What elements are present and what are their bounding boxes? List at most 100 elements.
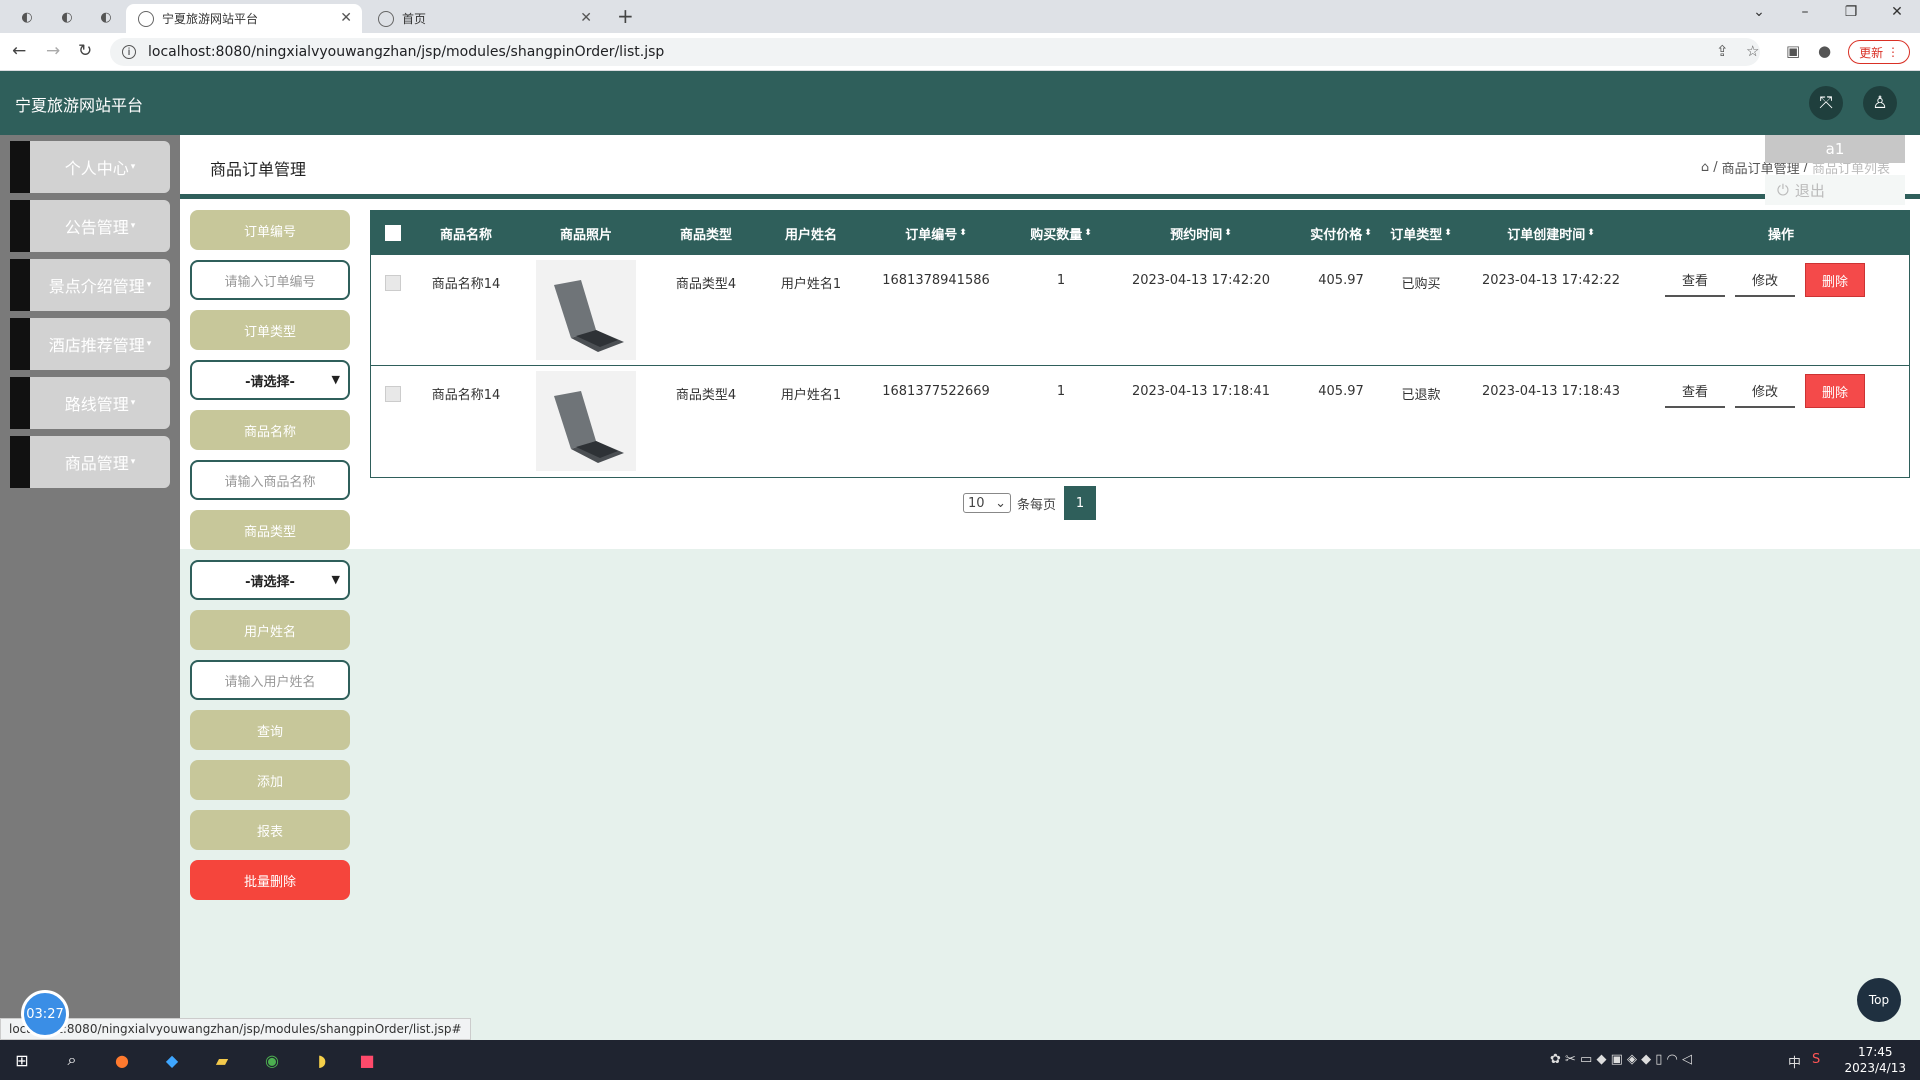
home-icon[interactable]: ⌂ [1701,160,1709,175]
report-button[interactable]: 报表 [190,810,350,850]
col-order-type[interactable]: 订单类型 ⬍ [1381,211,1461,255]
windows-start-icon[interactable]: ⊞ [10,1048,34,1072]
history-icon[interactable]: ◐ [56,6,78,28]
sidebar-item-label: 酒店推荐管理 [48,336,145,355]
edit-button[interactable]: 修改 [1735,374,1795,408]
page-size-select[interactable]: 10 ⌄ [963,493,1011,513]
row-checkbox[interactable] [385,275,401,291]
goods-name-input[interactable]: 请输入商品名称 [190,460,350,500]
row-checkbox[interactable] [385,386,401,402]
close-window-icon[interactable]: ✕ [1882,4,1912,20]
timer-bubble[interactable]: 03:27 [21,990,69,1038]
close-tab-icon[interactable]: ✕ [340,10,352,26]
edit-label: 修改 [1735,263,1795,297]
share-icon[interactable]: ⇪ [1716,42,1729,60]
sogou-icon[interactable]: S [1812,1052,1820,1067]
sidebar-item-goods[interactable]: 商品管理 ▾ [10,436,170,488]
sort-icon: ⬍ [1587,228,1595,238]
reload-icon[interactable]: ↻ [78,41,92,61]
select-value: -请选择- [245,574,295,590]
sidebar-item-scenic[interactable]: 景点介绍管理 ▾ [10,259,170,311]
history-icon-2[interactable]: ◐ [95,6,117,28]
select-all-checkbox[interactable] [385,211,401,255]
order-no-input[interactable]: 请输入订单编号 [190,260,350,300]
sidepanel-icon[interactable]: ▣ [1786,42,1800,60]
tab-search-icon[interactable]: ◐ [16,6,38,28]
ime-indicator[interactable]: 中 [1788,1052,1801,1071]
sidebar-item-label: 路线管理 [64,395,129,414]
url-field[interactable]: i localhost:8080/ningxialvyouwangzhan/js… [110,38,1760,66]
taskbar: ⊞ ⌕ ● ◆ ▰ ◉ ◗ ■ ✿ ✂ ▭ ◆ ▣ ◈ ◆ ▯ ◠ ◁ 中 S … [0,1040,1920,1080]
tab-home[interactable]: 首页 ✕ [366,4,602,33]
user-name-input[interactable]: 请输入用户姓名 [190,660,350,700]
sidebar-item-hotel[interactable]: 酒店推荐管理 ▾ [10,318,170,370]
chrome-icon[interactable]: ◉ [260,1048,284,1072]
goods-type-label: 商品类型 [190,510,350,550]
delete-button[interactable]: 删除 [1805,374,1865,408]
sort-icon: ⬍ [1364,228,1372,238]
user-icon[interactable]: ♙ [1863,86,1897,120]
tray-icons[interactable]: ✿ ✂ ▭ ◆ ▣ ◈ ◆ ▯ ◠ ◁ [1550,1052,1692,1067]
view-button[interactable]: 查看 [1665,374,1725,408]
sort-icon: ⬍ [1224,228,1232,238]
per-page-label: 条每页 [1017,497,1057,513]
edit-button[interactable]: 修改 [1735,263,1795,297]
view-label: 查看 [1665,374,1725,408]
chevron-down-icon[interactable]: ⌄ [1744,4,1774,20]
goods-type-select[interactable]: -请选择- ▼ [190,560,350,600]
caret-down-icon: ▾ [130,398,136,408]
col-label: 预约时间 [1170,227,1223,243]
update-button[interactable]: 更新 ⋮ [1848,40,1910,64]
star-icon[interactable]: ☆ [1746,42,1759,60]
minimize-icon[interactable]: – [1790,4,1820,20]
caret-down-icon: ▾ [130,221,136,231]
info-icon[interactable]: i [122,45,136,59]
sidebar-item-route[interactable]: 路线管理 ▾ [10,377,170,429]
col-label: 订单创建时间 [1507,227,1586,243]
view-label: 查看 [1665,263,1725,297]
laptop-icon [554,391,624,463]
taskbar-clock[interactable]: 17:45 2023/4/13 [1844,1044,1906,1076]
restore-icon[interactable]: ❐ [1836,4,1866,20]
col-reserve-time[interactable]: 预约时间 ⬍ [1111,211,1291,255]
delete-button[interactable]: 删除 [1805,263,1865,297]
col-label: 实付价格 [1310,227,1363,243]
forward-icon[interactable]: → [46,41,60,61]
clock-time: 17:45 [1857,1045,1893,1059]
col-order-no[interactable]: 订单编号 ⬍ [866,211,1006,255]
batch-delete-button[interactable]: 批量删除 [190,860,350,900]
profile-icon[interactable]: ● [1818,42,1831,60]
file-explorer-icon[interactable]: ▰ [210,1048,234,1072]
app-icon[interactable]: ◗ [310,1048,334,1072]
add-button[interactable]: 添加 [190,760,350,800]
caret-down-icon: ▾ [146,280,152,290]
page-number[interactable]: 1 [1064,486,1097,520]
col-goods-type: 商品类型 [651,211,761,255]
col-qty[interactable]: 购买数量 ⬍ [1011,211,1111,255]
fullscreen-icon[interactable]: ⤧ [1809,86,1843,120]
back-to-top-button[interactable]: Top [1857,978,1901,1022]
sidebar-item-notice[interactable]: 公告管理 ▾ [10,200,170,252]
search-icon[interactable]: ⌕ [60,1048,84,1072]
logout-button[interactable]: ⏻ 退出 [1765,175,1905,205]
sidebar-item-label: 个人中心 [64,159,129,178]
close-tab-icon[interactable]: ✕ [580,10,592,26]
view-button[interactable]: 查看 [1665,263,1725,297]
sidebar-item-personal[interactable]: 个人中心 ▾ [10,141,170,193]
intellij-icon[interactable]: ■ [355,1048,379,1072]
col-label: 商品照片 [559,227,612,243]
firefox-icon[interactable]: ● [110,1048,134,1072]
cell-user-name: 用户姓名1 [780,277,842,292]
query-button[interactable]: 查询 [190,710,350,750]
goods-photo [536,260,636,360]
order-type-select[interactable]: -请选择- ▼ [190,360,350,400]
back-icon[interactable]: ← [12,41,26,61]
tab-active[interactable]: 宁夏旅游网站平台 ✕ [126,4,362,33]
status-url: localhost:8080/ningxialvyouwangzhan/jsp/… [0,1018,471,1040]
vscode-icon[interactable]: ◆ [160,1048,184,1072]
col-label: 购买数量 [1030,227,1083,243]
col-price[interactable]: 实付价格 ⬍ [1291,211,1391,255]
order-type-label: 订单类型 [190,310,350,350]
col-created[interactable]: 订单创建时间 ⬍ [1461,211,1641,255]
new-tab-icon[interactable]: + [617,4,634,28]
